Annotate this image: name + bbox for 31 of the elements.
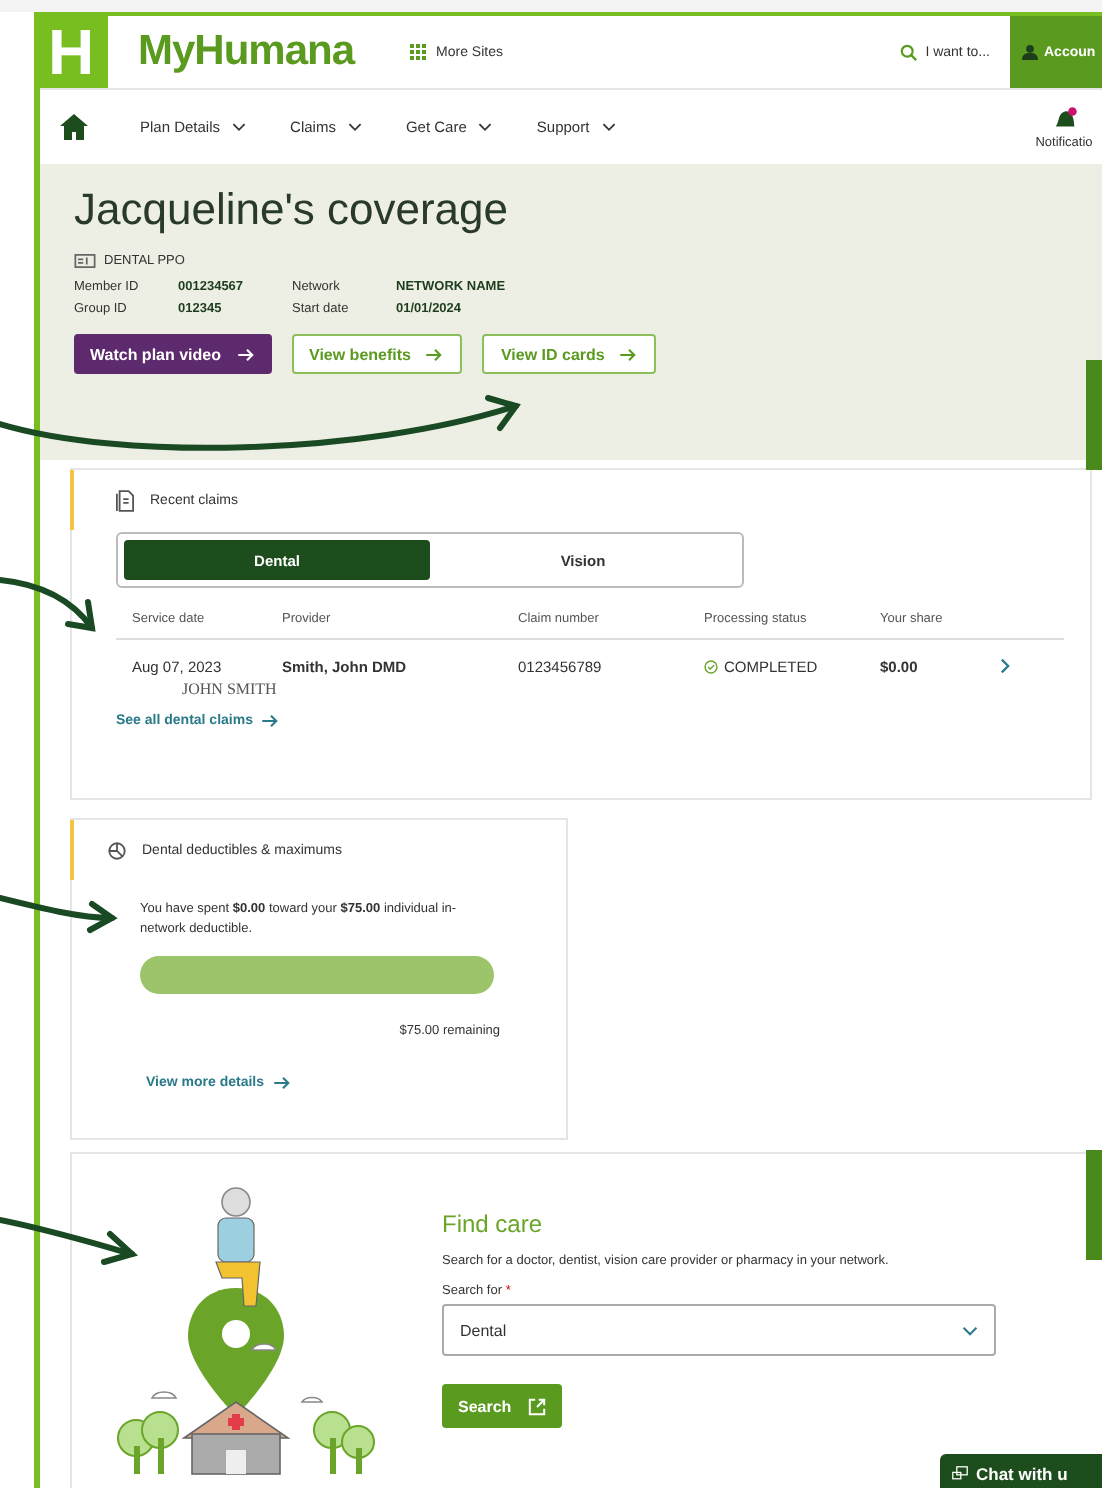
annotation-arrow (0, 1217, 138, 1265)
id-card-icon (74, 254, 96, 268)
chevron-down-icon (601, 122, 616, 132)
member-name: JOHN SMITH (182, 680, 277, 698)
arrow-right-icon (262, 714, 281, 728)
document-icon (116, 490, 134, 512)
annotation-arrow (0, 895, 118, 933)
page-title: Jacqueline's coverage (74, 184, 511, 236)
chevron-down-icon (478, 122, 493, 132)
chevron-down-icon (347, 122, 362, 132)
arrow-right-icon (426, 347, 445, 361)
bell-icon (1051, 105, 1077, 131)
watch-video-button[interactable]: Watch plan video (74, 334, 271, 374)
arrow-right-icon (620, 347, 639, 361)
pie-chart-icon (108, 842, 126, 860)
arrow-right-icon (237, 347, 255, 361)
chevron-down-icon (962, 1325, 978, 1335)
chat-icon (952, 1465, 968, 1481)
search-icon (899, 43, 918, 61)
search-for-dropdown[interactable]: Dental (442, 1304, 996, 1356)
home-icon[interactable] (60, 114, 88, 140)
person-icon (1022, 44, 1038, 60)
arrow-right-icon (274, 1075, 293, 1089)
check-circle-icon (704, 660, 718, 674)
grid-icon (410, 43, 429, 61)
chevron-down-icon (232, 122, 247, 132)
section-title: Find care (442, 1210, 545, 1238)
chat-button[interactable]: Chat with u (940, 1454, 1102, 1488)
chevron-right-icon[interactable] (1000, 658, 1010, 674)
external-link-icon (527, 1397, 546, 1415)
annotation-arrow (0, 577, 96, 632)
